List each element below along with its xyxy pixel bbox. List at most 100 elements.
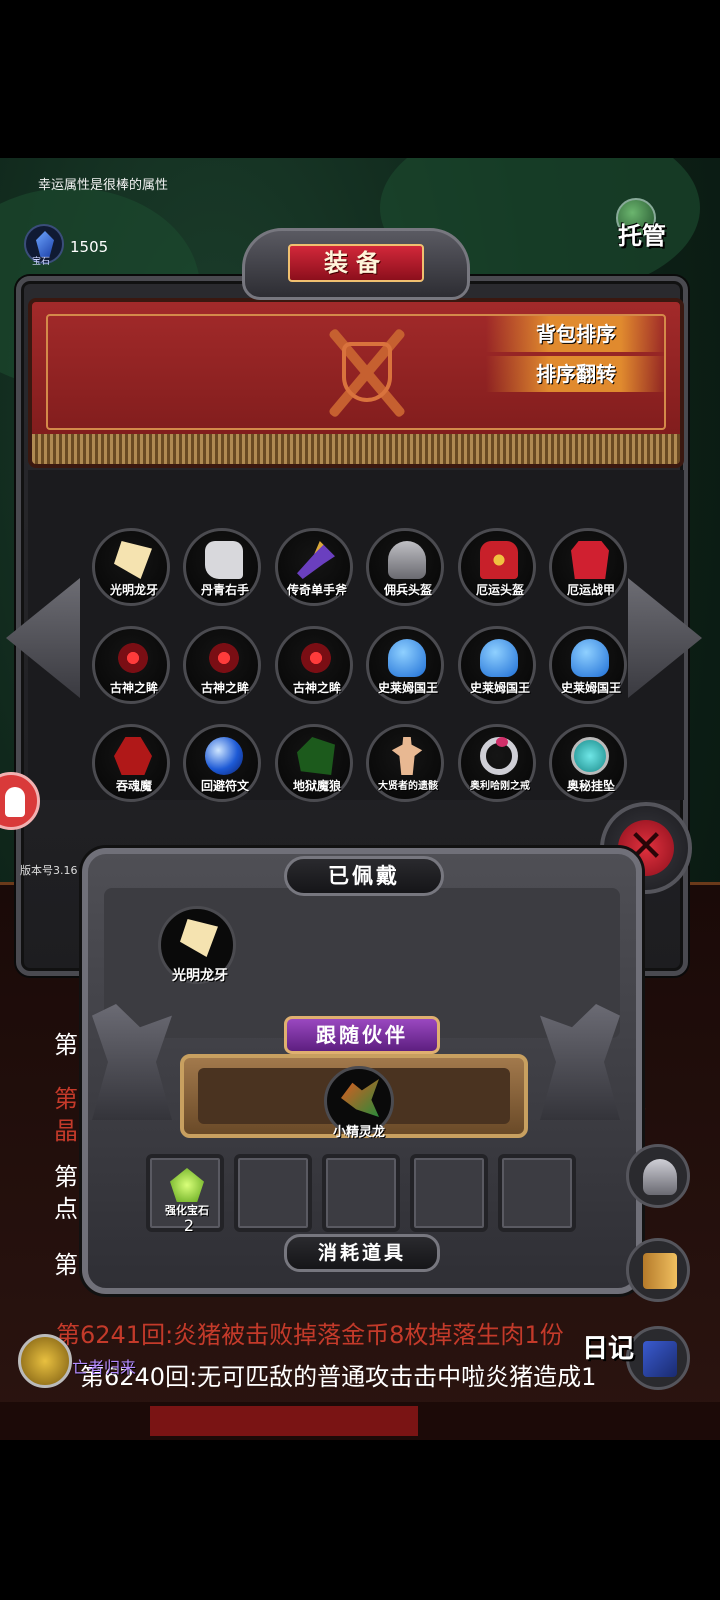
ring-icon bbox=[480, 737, 518, 775]
currency-badge: 宝石 bbox=[24, 224, 64, 267]
inventory-slot[interactable]: 回避符文 bbox=[183, 724, 261, 802]
player-name: 亡者归来 bbox=[72, 1358, 137, 1377]
crossed-swords-icon bbox=[272, 318, 462, 428]
slime-icon bbox=[388, 639, 426, 677]
log-fragment: 第 bbox=[54, 1085, 78, 1113]
log-fragment: 第 bbox=[54, 1251, 78, 1279]
inventory-slot[interactable]: 厄运头盔 bbox=[458, 528, 536, 606]
book-icon bbox=[643, 1341, 677, 1377]
inventory-slot[interactable]: 厄运战甲 bbox=[549, 528, 627, 606]
inventory-slot[interactable]: 奥秘挂坠 bbox=[549, 724, 627, 802]
companion-title: 跟随伙伴 bbox=[284, 1016, 440, 1054]
inventory-slot[interactable]: 史莱姆国王 bbox=[549, 626, 627, 704]
inventory-slot[interactable]: 史莱姆国王 bbox=[366, 626, 444, 704]
inventory-slot[interactable]: 丹青右手 bbox=[183, 528, 261, 606]
item-name: 回避符文 bbox=[200, 779, 249, 793]
sort-bag-button[interactable]: 背包排序 bbox=[486, 316, 666, 352]
glove-icon bbox=[205, 541, 243, 579]
inventory-slot[interactable]: 古神之眸 bbox=[92, 626, 170, 704]
companion-slot[interactable]: 小精灵龙 bbox=[324, 1066, 394, 1140]
worn-item-name: 光明龙牙 bbox=[172, 968, 228, 984]
consumable-slot-empty[interactable] bbox=[410, 1154, 488, 1232]
auto-play-label: 托管 bbox=[618, 222, 666, 250]
slime-icon bbox=[480, 639, 518, 677]
item-name: 厄运头盔 bbox=[475, 583, 524, 597]
inventory-slot[interactable]: 大贤者的遗骸 bbox=[366, 724, 444, 802]
red-helmet-icon bbox=[480, 541, 518, 579]
log-fragment: 第 bbox=[54, 1031, 78, 1059]
item-name: 佣兵头盔 bbox=[383, 583, 432, 597]
item-name: 史莱姆国王 bbox=[469, 681, 530, 695]
version-label: 版本号3.16 bbox=[20, 864, 78, 877]
inventory-slot[interactable]: 地狱魔狼 bbox=[275, 724, 353, 802]
wolf-icon bbox=[297, 737, 335, 775]
eye-icon bbox=[297, 639, 335, 677]
bottom-bar bbox=[0, 1402, 720, 1440]
banner-fringe bbox=[32, 434, 680, 464]
log-line: 第6240回:无可匹敌的普通攻击击中啦炎猪造成1 bbox=[80, 1363, 597, 1391]
armor-icon bbox=[571, 541, 609, 579]
amulet-icon bbox=[571, 737, 609, 775]
item-name: 地狱魔狼 bbox=[292, 779, 341, 793]
panel-title-ribbon: 装备 bbox=[288, 244, 424, 282]
prev-page-button[interactable] bbox=[6, 578, 80, 698]
item-name: 奥利哈刚之戒 bbox=[470, 781, 530, 792]
axe-icon bbox=[297, 541, 335, 579]
slime-icon bbox=[571, 639, 609, 677]
item-name: 奥秘挂坠 bbox=[566, 779, 615, 793]
knight-button[interactable] bbox=[626, 1144, 690, 1208]
inventory-slot[interactable]: 佣兵头盔 bbox=[366, 528, 444, 606]
fang-icon bbox=[180, 919, 218, 957]
consumable-slot-empty[interactable] bbox=[498, 1154, 576, 1232]
consumable-count: 2 bbox=[183, 1216, 195, 1235]
inventory-slot[interactable]: 史莱姆国王 bbox=[458, 626, 536, 704]
reverse-sort-button[interactable]: 排序翻转 bbox=[486, 356, 666, 392]
gargoyle-left-decoration bbox=[92, 1004, 172, 1120]
bottom-bar-highlight bbox=[150, 1406, 418, 1436]
item-name: 古神之眸 bbox=[292, 681, 341, 695]
currency-count: 1505 bbox=[70, 238, 109, 256]
demon-icon bbox=[114, 737, 152, 775]
player-avatar[interactable] bbox=[18, 1334, 72, 1388]
item-name: 传奇单手斧 bbox=[286, 583, 347, 597]
consumable-slot[interactable]: 强化宝石 2 bbox=[146, 1154, 224, 1235]
diary-button[interactable] bbox=[626, 1326, 690, 1390]
tavern-button[interactable] bbox=[626, 1238, 690, 1302]
equipped-popup: 已佩戴 光明龙牙 跟随伙伴 小精灵龙 强化宝石 2 消耗道具 bbox=[82, 848, 642, 1294]
consumable-slot-empty[interactable] bbox=[234, 1154, 312, 1232]
item-name: 吞魂魔 bbox=[115, 779, 152, 793]
orb-icon bbox=[205, 737, 243, 775]
eye-icon bbox=[205, 639, 243, 677]
item-name: 大贤者的遗骸 bbox=[378, 781, 438, 792]
arrow-left-icon bbox=[6, 578, 80, 698]
log-line: 第6241回:炎猪被击败掉落金币8枚掉落生肉1份 bbox=[56, 1321, 564, 1349]
knight-helmet-icon bbox=[643, 1159, 677, 1195]
log-fragment: 第 bbox=[54, 1163, 78, 1191]
log-fragment: 点 bbox=[54, 1195, 78, 1223]
helmet-icon bbox=[388, 541, 426, 579]
companion-name: 小精灵龙 bbox=[332, 1125, 385, 1140]
item-name: 古神之眸 bbox=[109, 681, 158, 695]
inventory-slot[interactable]: 奥利哈刚之戒 bbox=[458, 724, 536, 802]
dragon-icon bbox=[341, 1079, 379, 1117]
consumable-slot-empty[interactable] bbox=[322, 1154, 400, 1232]
inventory-slot[interactable]: 传奇单手斧 bbox=[275, 528, 353, 606]
beer-mug-icon bbox=[643, 1253, 677, 1289]
inventory-slot[interactable]: 吞魂魔 bbox=[92, 724, 170, 802]
item-name: 史莱姆国王 bbox=[377, 681, 438, 695]
gem-stone-icon bbox=[170, 1168, 204, 1202]
inventory-slot[interactable]: 光明龙牙 bbox=[92, 528, 170, 606]
item-name: 厄运战甲 bbox=[566, 583, 615, 597]
auto-play-button[interactable]: 托管 bbox=[612, 198, 676, 252]
log-fragment: 晶 bbox=[54, 1117, 78, 1145]
item-name: 史莱姆国王 bbox=[560, 681, 621, 695]
inventory-slot[interactable]: 古神之眸 bbox=[183, 626, 261, 704]
consumables-title: 消耗道具 bbox=[284, 1234, 440, 1272]
fang-icon bbox=[114, 541, 152, 579]
item-name: 丹青右手 bbox=[200, 583, 249, 597]
item-name: 光明龙牙 bbox=[109, 583, 158, 597]
worn-title: 已佩戴 bbox=[284, 856, 444, 896]
worn-slot[interactable]: 光明龙牙 bbox=[158, 906, 236, 984]
inventory-slot[interactable]: 古神之眸 bbox=[275, 626, 353, 704]
game-screen: 幸运属性是很棒的属性 宝石 1505 托管 第 第 魔 晶 第 点 48 第 第… bbox=[0, 158, 720, 1440]
